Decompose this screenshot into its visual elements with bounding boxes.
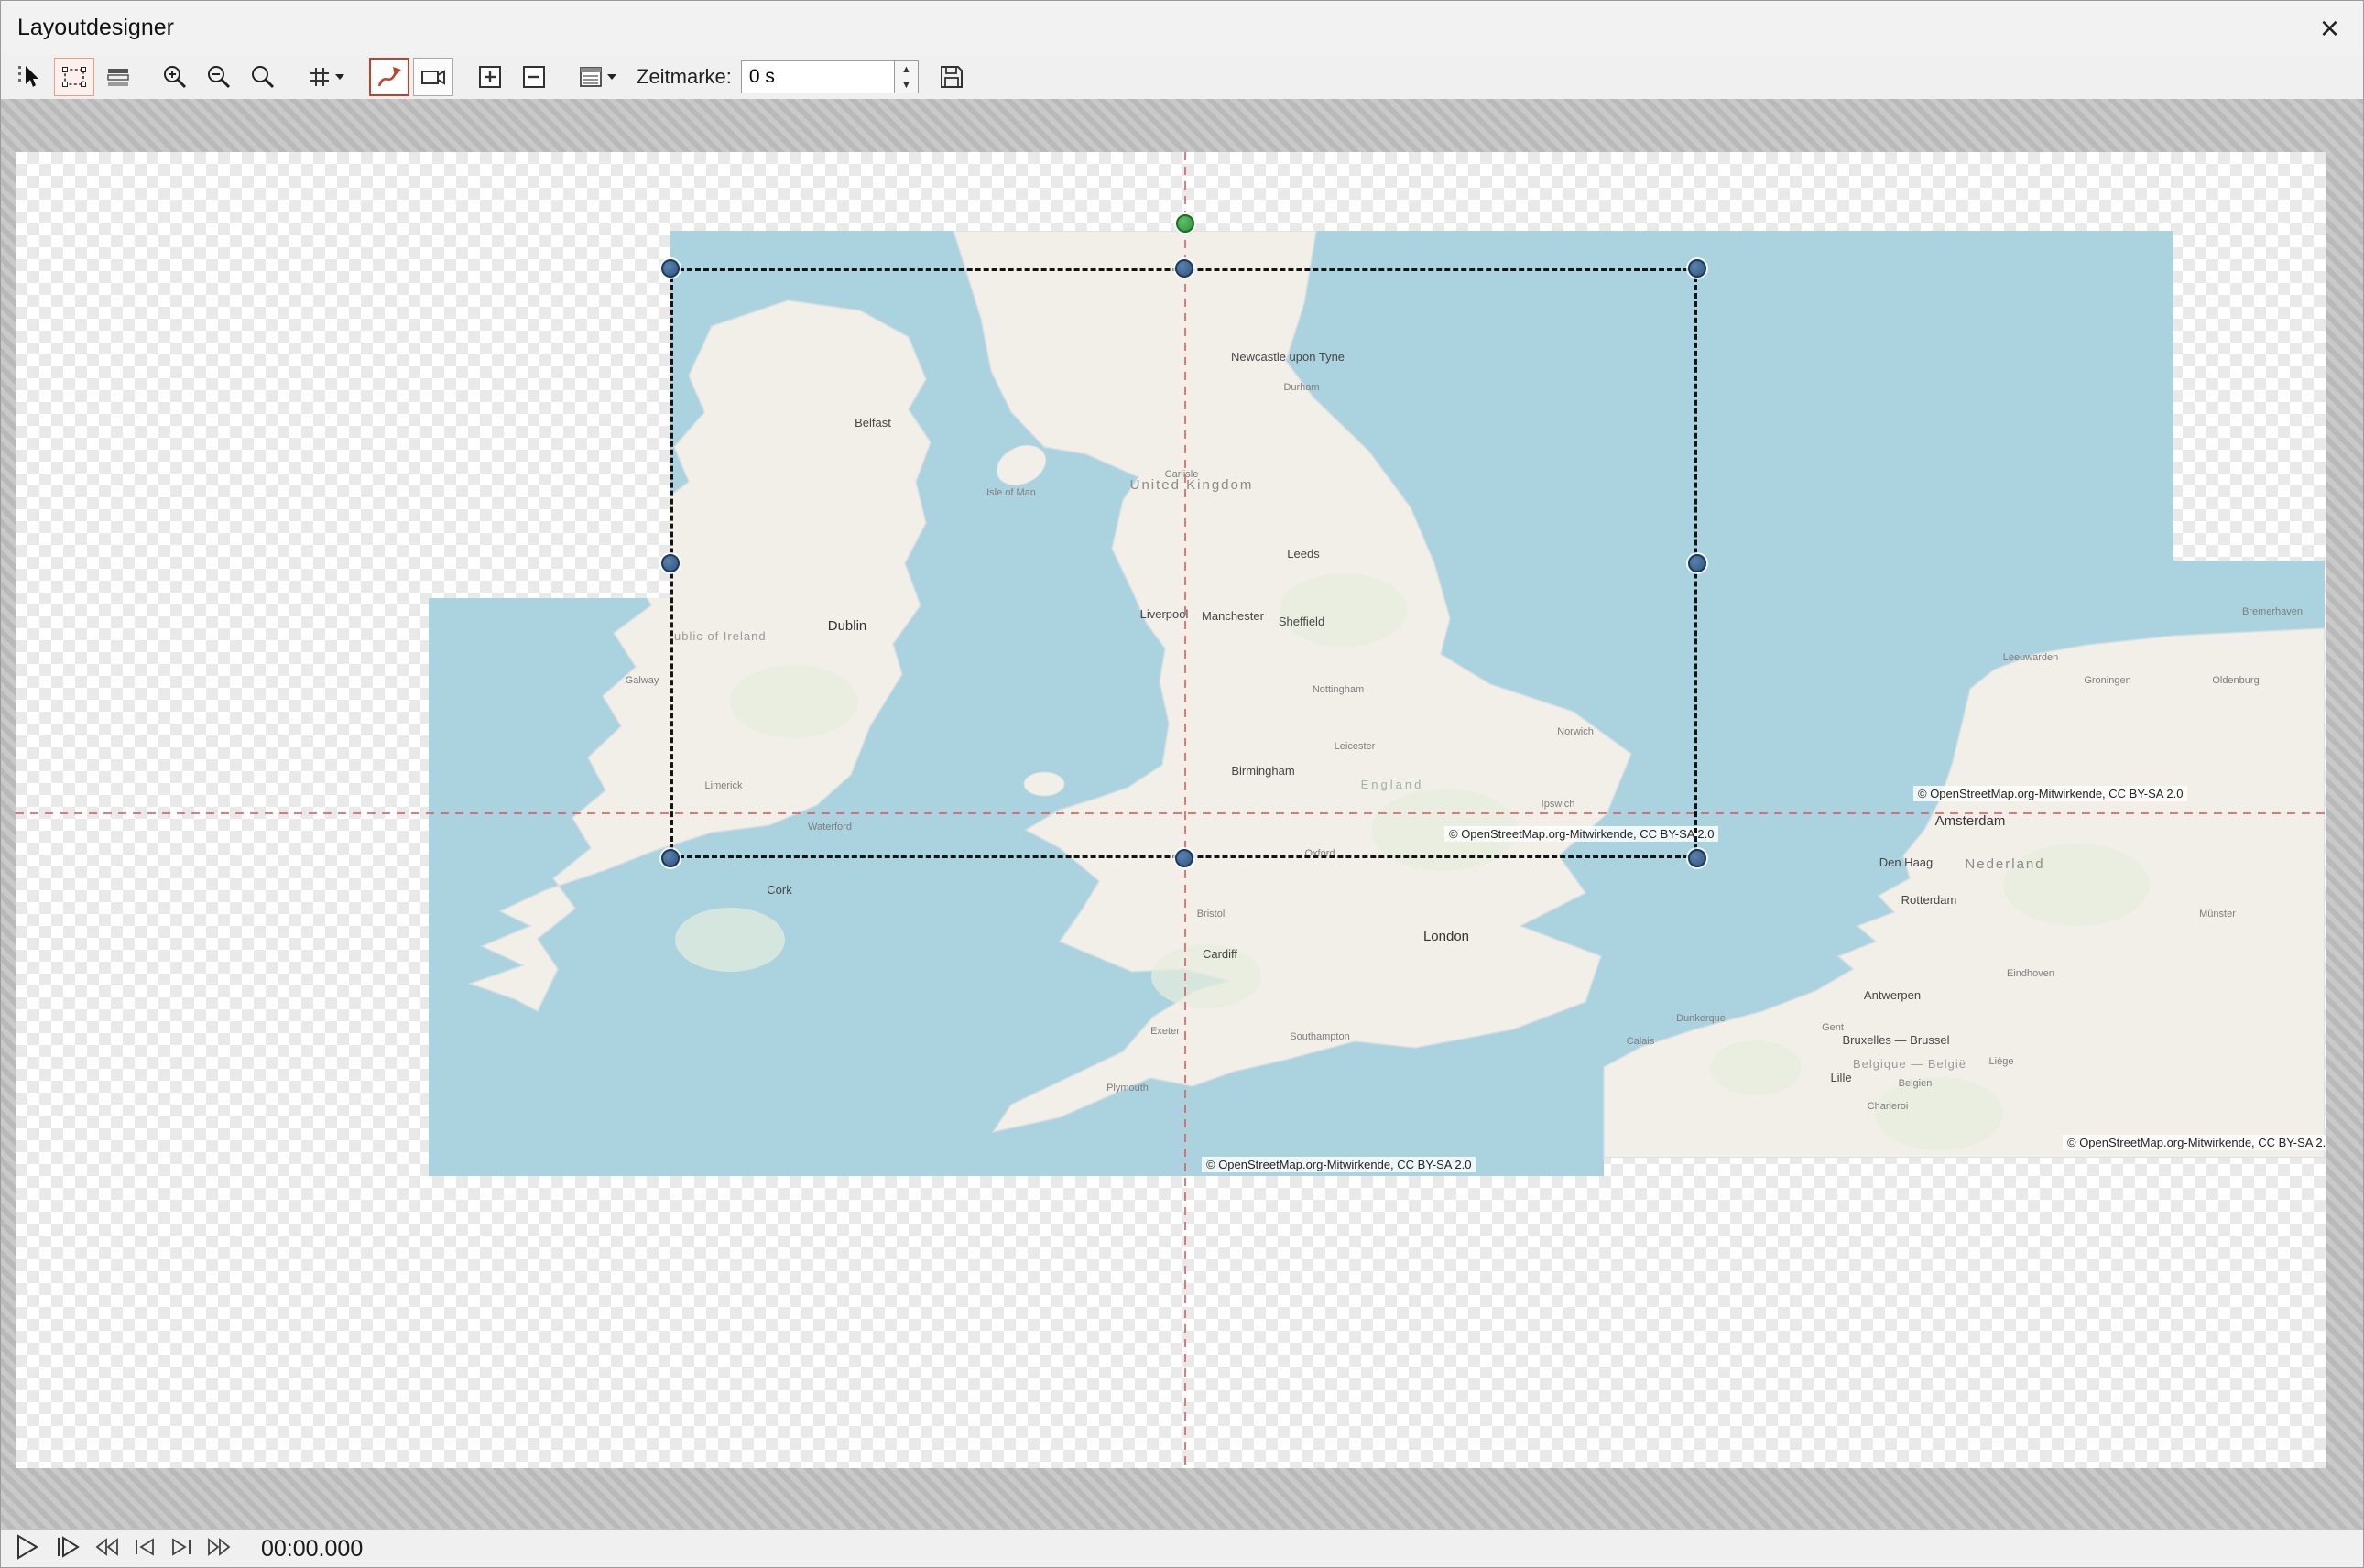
- map-label: Lille: [1830, 1071, 1851, 1084]
- map-label: Dunkerque: [1676, 1013, 1726, 1024]
- play-from-timemark-button[interactable]: [54, 1533, 82, 1565]
- rotate-handle[interactable]: [1176, 214, 1194, 233]
- node-select-tool-button[interactable]: [54, 58, 94, 96]
- node-select-icon: [60, 63, 88, 91]
- rewind-button[interactable]: [94, 1536, 120, 1563]
- selection-rect[interactable]: [670, 268, 1697, 858]
- handle-top-left[interactable]: [661, 259, 680, 278]
- add-button[interactable]: [470, 58, 510, 96]
- map-label: Amsterdam: [1935, 813, 2006, 829]
- play-button[interactable]: [14, 1533, 41, 1565]
- plus-icon: [476, 63, 504, 91]
- skip-to-start-button[interactable]: [133, 1536, 157, 1563]
- cursor-icon: [16, 63, 44, 91]
- map-label: Antwerpen: [1864, 988, 1921, 1002]
- play-from-timemark-icon: [54, 1533, 82, 1565]
- zoom-reset-button[interactable]: [243, 58, 283, 96]
- motion-path-icon: [376, 63, 403, 91]
- map-label: Bruxelles — Brussel: [1842, 1033, 1949, 1047]
- map-label: Belgien: [1899, 1078, 1933, 1089]
- transport-bar: 00:00.000: [1, 1529, 2363, 1568]
- fast-forward-icon: [206, 1536, 232, 1563]
- handle-top-right[interactable]: [1688, 259, 1706, 278]
- map-label: Plymouth: [1106, 1083, 1149, 1094]
- map-attribution: © OpenStreetMap.org-Mitwirkende, CC BY-S…: [1913, 786, 2187, 801]
- save-icon: [938, 63, 965, 91]
- map-label: Oldenburg: [2212, 675, 2259, 686]
- zoom-reset-icon: [249, 63, 277, 91]
- map-label: Leeuwarden: [2003, 652, 2059, 663]
- zeitmarke-input[interactable]: [741, 60, 895, 93]
- zoom-in-icon: [161, 63, 189, 91]
- zoom-out-icon: [205, 63, 233, 91]
- camera-view-tool-button[interactable]: [413, 58, 453, 96]
- rewind-icon: [94, 1536, 120, 1563]
- map-label: Münster: [2199, 909, 2236, 920]
- grid-tool-button[interactable]: [300, 58, 353, 96]
- map-label: Galway: [626, 675, 659, 686]
- map-label: Rotterdam: [1901, 893, 1957, 907]
- skip-to-start-icon: [133, 1536, 157, 1563]
- map-label: Bremerhaven: [2242, 606, 2303, 617]
- map-label: Gent: [1822, 1022, 1844, 1033]
- toolbar: Zeitmarke: ▲ ▼: [1, 55, 2363, 99]
- map-attribution: © OpenStreetMap.org-Mitwirkende, CC BY-S…: [1202, 1157, 1476, 1172]
- map-label: Eindhoven: [2007, 968, 2054, 979]
- properties-list-button[interactable]: [571, 58, 624, 96]
- grid-icon: [308, 65, 332, 89]
- window-title: Layoutdesigner: [17, 15, 174, 41]
- map-label: Southampton: [1290, 1031, 1349, 1042]
- handle-bottom-center[interactable]: [1175, 849, 1193, 867]
- handle-top-center[interactable]: [1175, 259, 1193, 278]
- remove-button[interactable]: [514, 58, 554, 96]
- map-label: Liège: [1989, 1056, 2014, 1067]
- map-label: Cork: [767, 883, 792, 897]
- map-label: London: [1423, 929, 1469, 944]
- minus-icon: [520, 63, 548, 91]
- zoom-out-button[interactable]: [199, 58, 239, 96]
- chevron-down-icon[interactable]: [607, 74, 616, 81]
- map-label: Cardiff: [1203, 947, 1237, 961]
- map-label: Charleroi: [1868, 1101, 1909, 1112]
- spinner-up-icon[interactable]: ▲: [895, 61, 918, 77]
- map-attribution: © OpenStreetMap.org-Mitwirkende, CC BY-S…: [2063, 1135, 2326, 1150]
- layoutdesigner-window: Layoutdesigner ×: [0, 0, 2364, 1568]
- list-icon: [578, 64, 604, 90]
- map-label: Den Haag: [1879, 855, 1934, 869]
- close-icon[interactable]: ×: [2313, 15, 2347, 42]
- play-icon: [14, 1533, 41, 1565]
- map-label: Exeter: [1150, 1026, 1180, 1037]
- save-button[interactable]: [931, 58, 972, 96]
- layout-canvas[interactable]: United KingdomEnglandublic of IrelandNed…: [16, 152, 2326, 1468]
- select-tool-button[interactable]: [10, 58, 50, 96]
- camera-icon: [419, 63, 447, 91]
- work-area: United KingdomEnglandublic of IrelandNed…: [1, 99, 2364, 1529]
- map-label: Nederland: [1965, 856, 2044, 872]
- handle-mid-left[interactable]: [661, 554, 680, 572]
- zeitmarke-label: Zeitmarke:: [637, 65, 732, 89]
- handle-bottom-left[interactable]: [661, 849, 680, 867]
- zoom-in-button[interactable]: [155, 58, 195, 96]
- skip-to-end-icon: [169, 1536, 193, 1563]
- handle-bottom-right[interactable]: [1688, 849, 1706, 867]
- map-label: Bristol: [1197, 909, 1226, 920]
- fast-forward-button[interactable]: [206, 1536, 232, 1563]
- chevron-down-icon[interactable]: [335, 74, 344, 81]
- layers-tool-button[interactable]: [98, 58, 138, 96]
- handle-mid-right[interactable]: [1688, 554, 1706, 572]
- map-label: Calais: [1627, 1036, 1655, 1047]
- spinner-down-icon[interactable]: ▼: [895, 77, 918, 93]
- motion-path-tool-button[interactable]: [369, 58, 409, 96]
- layers-icon: [104, 63, 132, 91]
- time-display: 00:00.000: [261, 1536, 363, 1563]
- zeitmarke-spinner[interactable]: ▲ ▼: [895, 60, 919, 93]
- map-label: Belgique — België: [1853, 1057, 1966, 1071]
- window-titlebar: Layoutdesigner ×: [1, 1, 2363, 55]
- skip-to-end-button[interactable]: [169, 1536, 193, 1563]
- map-label: Groningen: [2084, 675, 2130, 686]
